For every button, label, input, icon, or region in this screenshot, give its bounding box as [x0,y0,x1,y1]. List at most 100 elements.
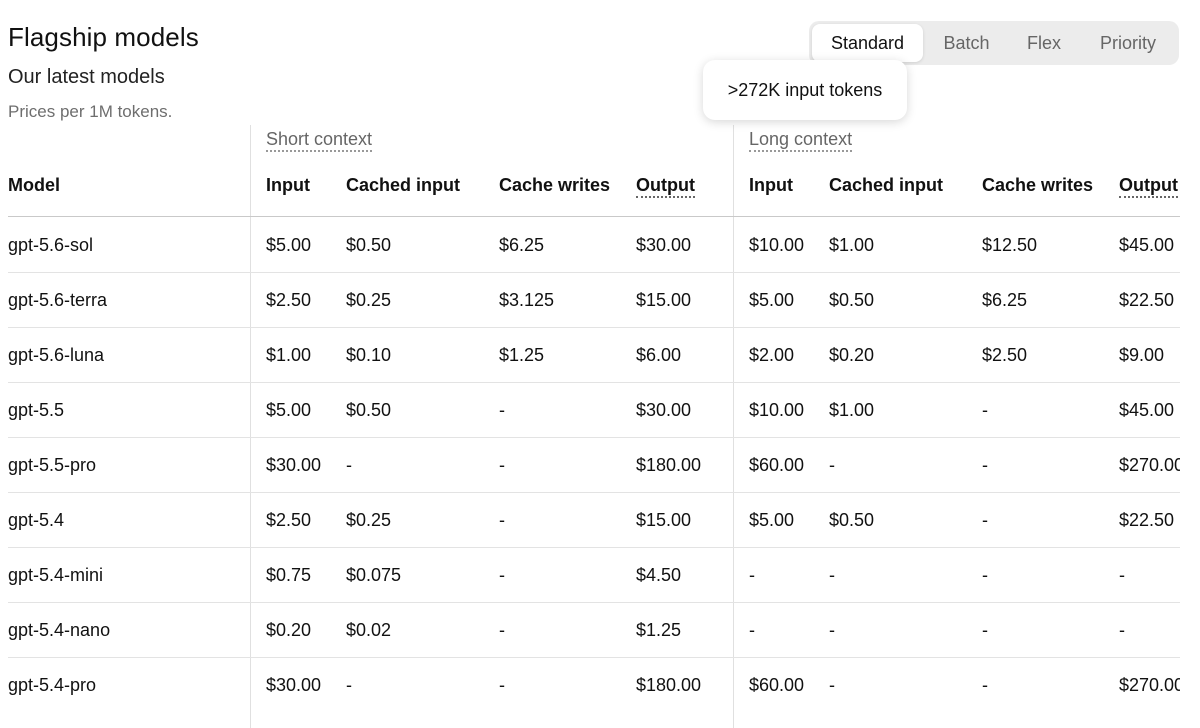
cell-short-input: $30.00 [266,675,322,695]
column-header-long-cache-writes: Cache writes [982,175,1094,195]
cell-model: gpt-5.4 [8,510,65,530]
tab-batch[interactable]: Batch [929,24,1004,62]
table-row: gpt-5.6-luna $1.00 $0.10 $1.25 $6.00 $2.00 $0.… [0,327,1180,382]
row-divider [8,327,1180,328]
column-header-short-input: Input [266,175,310,195]
cell-long-cached-input: - [829,455,835,475]
cell-model: gpt-5.4-pro [8,675,97,695]
cell-model: gpt-5.6-luna [8,345,105,365]
cell-model: gpt-5.6-sol [8,235,94,255]
table-row: gpt-5.4-mini $0.75 $0.075 - $4.50 - - - - [0,547,1180,602]
column-header-short-cached-input: Cached input [346,175,461,195]
cell-short-output: $15.00 [636,290,692,310]
cell-short-output: $4.50 [636,565,682,585]
cell-long-output: $22.50 [1119,290,1175,310]
cell-short-output: $180.00 [636,675,702,695]
row-divider [8,492,1180,493]
cell-model: gpt-5.4-mini [8,565,104,585]
column-header-model: Model [8,175,60,195]
cell-model: gpt-5.4-nano [8,620,111,640]
long-context-label[interactable]: Long context [749,128,853,152]
row-divider [8,657,1180,658]
cell-long-output: $45.00 [1119,400,1175,420]
cell-short-output: $30.00 [636,400,692,420]
cell-short-cache-writes: - [499,565,505,585]
cell-short-output: $1.25 [636,620,682,640]
table-row: gpt-5.6-sol $5.00 $0.50 $6.25 $30.00 $10.00 $1… [0,217,1180,272]
cell-long-output: $9.00 [1119,345,1165,365]
cell-short-output: $30.00 [636,235,692,255]
cell-long-cache-writes: $2.50 [982,345,1028,365]
row-divider [8,437,1180,438]
cell-short-cache-writes: - [499,510,505,530]
cell-long-input: $10.00 [749,235,805,255]
cell-short-output: $15.00 [636,510,692,530]
cell-short-input: $2.50 [266,290,312,310]
cell-short-cache-writes: $1.25 [499,345,545,365]
short-context-label[interactable]: Short context [266,128,373,152]
cell-model: gpt-5.6-terra [8,290,108,310]
cell-short-cached-input: $0.075 [346,565,402,585]
cell-long-input: - [749,565,755,585]
table-row: gpt-5.4 $2.50 $0.25 - $15.00 $5.00 $0.50 - $22.5… [0,492,1180,547]
column-header-long-output[interactable]: Output [1119,174,1178,198]
cell-long-output: $22.50 [1119,510,1175,530]
pricing-panel: Flagship models Our latest models Prices… [0,0,1180,728]
tab-standard[interactable]: Standard [812,24,923,62]
column-header-long-input: Input [749,175,793,195]
column-header-short-output[interactable]: Output [636,174,695,198]
cell-long-cache-writes: - [982,620,988,640]
cell-long-cache-writes: - [982,455,988,475]
cell-long-output: - [1119,620,1125,640]
cell-long-cached-input: $0.50 [829,290,875,310]
cell-short-cache-writes: $6.25 [499,235,545,255]
cell-long-cached-input: $0.20 [829,345,875,365]
cell-long-cache-writes: - [982,565,988,585]
cell-long-output: - [1119,565,1125,585]
page-subtitle: Our latest models [8,66,165,88]
pricing-note: Prices per 1M tokens. [8,102,173,121]
table-row: gpt-5.4-pro $30.00 - - $180.00 $60.00 - - $270.0… [0,657,1180,712]
cell-long-input: $5.00 [749,510,795,530]
cell-long-input: $2.00 [749,345,795,365]
cell-short-input: $0.75 [266,565,312,585]
tab-flex[interactable]: Flex [1014,24,1074,62]
cell-short-input: $5.00 [266,400,312,420]
cell-short-cached-input: $0.25 [346,510,392,530]
cell-long-cache-writes: - [982,510,988,530]
cell-short-cache-writes: - [499,400,505,420]
cell-short-input: $0.20 [266,620,312,640]
cell-long-cache-writes: - [982,400,988,420]
cell-short-cached-input: - [346,455,352,475]
cell-short-cache-writes: - [499,675,505,695]
cell-long-cached-input: - [829,565,835,585]
cell-model: gpt-5.5 [8,400,65,420]
cell-long-output: $45.00 [1119,235,1175,255]
cell-short-input: $1.00 [266,345,312,365]
cell-long-cached-input: - [829,675,835,695]
row-divider [8,272,1180,273]
cell-long-input: $5.00 [749,290,795,310]
pricing-tier-tabs: Standard Batch Flex Priority [809,21,1179,65]
cell-long-cache-writes: $6.25 [982,290,1028,310]
column-header-short-cache-writes: Cache writes [499,175,611,195]
cell-short-cached-input: - [346,675,352,695]
cell-short-input: $5.00 [266,235,312,255]
table-row: gpt-5.5 $5.00 $0.50 - $30.00 $10.00 $1.00 - $45.… [0,382,1180,437]
cell-long-output: $270.00 [1119,675,1180,695]
cell-long-cached-input: $0.50 [829,510,875,530]
cell-long-output: $270.00 [1119,455,1180,475]
cell-short-cached-input: $0.02 [346,620,392,640]
cell-long-input: $10.00 [749,400,805,420]
page-title: Flagship models [8,22,199,52]
cell-short-cache-writes: - [499,620,505,640]
cell-model: gpt-5.5-pro [8,455,97,475]
row-divider [8,547,1180,548]
tab-priority[interactable]: Priority [1084,24,1172,62]
cell-short-output: $6.00 [636,345,682,365]
table-row: gpt-5.5-pro $30.00 - - $180.00 $60.00 - - $270.0… [0,437,1180,492]
cell-short-cache-writes: - [499,455,505,475]
cell-short-cached-input: $0.50 [346,400,392,420]
cell-short-input: $2.50 [266,510,312,530]
cell-short-cached-input: $0.50 [346,235,392,255]
